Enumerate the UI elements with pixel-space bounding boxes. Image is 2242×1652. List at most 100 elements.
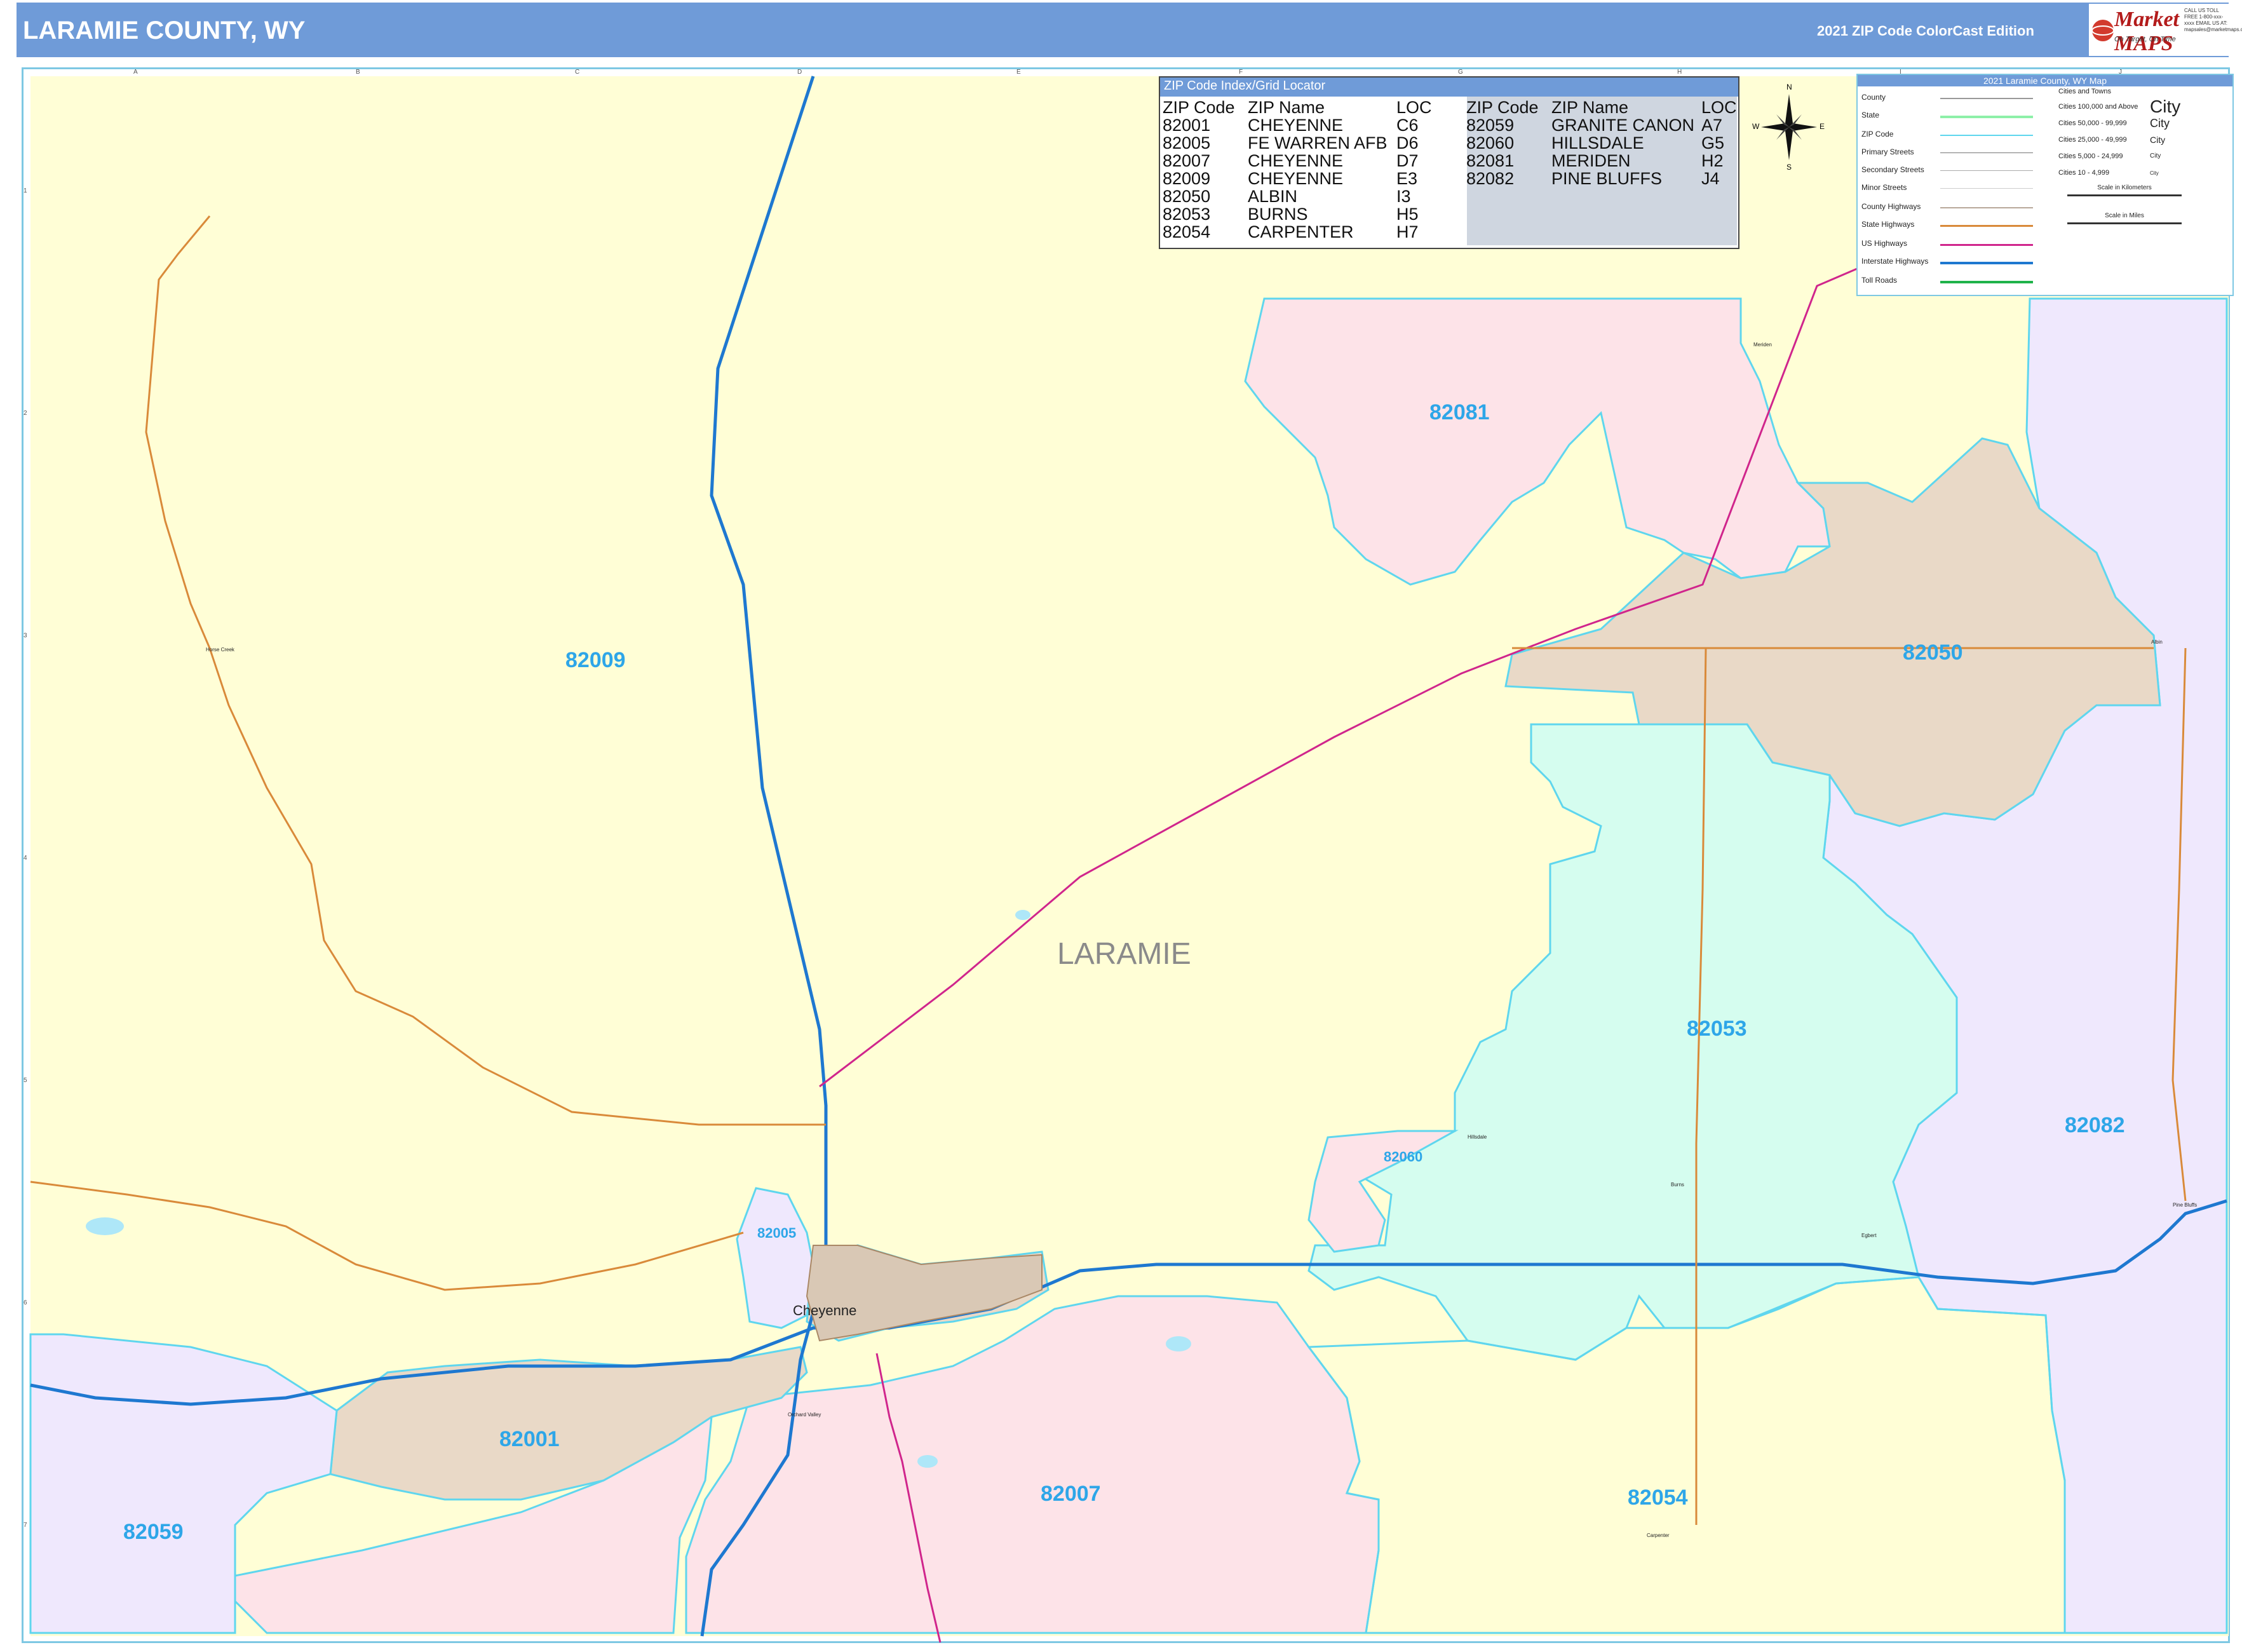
legend-city-size: Cities 10 - 4,999 — [2058, 169, 2110, 177]
scale-mi-label: Scale in Miles — [2105, 212, 2144, 219]
legend-state-hwy: State Highways — [1861, 220, 1915, 229]
legend-us-hwy: US Highways — [1861, 239, 1908, 248]
zip-index-loc: H5 — [1396, 205, 1419, 224]
zip-label-82009: 82009 — [565, 648, 626, 672]
city-label-hillsdale: Hillsdale — [1468, 1134, 1487, 1140]
legend-city-sample: City — [2150, 117, 2170, 130]
lake-shape — [86, 1217, 124, 1235]
scale-km-label: Scale in Kilometers — [2097, 184, 2152, 191]
zip-index-loc: C6 — [1396, 116, 1419, 135]
zip-label-82005: 82005 — [757, 1225, 797, 1241]
zip-index-zip: 82060 — [1466, 133, 1515, 152]
legend-city-sample: City — [2150, 152, 2161, 159]
legend-state-line — [1940, 116, 2033, 118]
zip-index-loc: H7 — [1396, 222, 1419, 241]
grid-letter-f: F — [1239, 69, 1243, 76]
city-label-egbert: Egbert — [1861, 1233, 1877, 1238]
city-label-horse-creek: Horse Creek — [206, 647, 234, 653]
zip-index-zip: 82007 — [1163, 151, 1211, 170]
legend-interstate: Interstate Highways — [1861, 257, 1929, 266]
zip-index-name: GRANITE CANON — [1551, 116, 1695, 135]
zip-index-loc: I3 — [1396, 187, 1411, 206]
legend-city-sample: City — [2150, 170, 2159, 176]
zip-name-header-2: ZIP Name — [1551, 98, 1629, 117]
legend-county: County — [1861, 93, 1886, 102]
zip-code-header: ZIP Code — [1163, 98, 1235, 117]
zip-label-82054: 82054 — [1628, 1486, 1688, 1510]
legend-secondary: Secondary Streets — [1861, 165, 1924, 174]
city-label-albin: Albin — [2151, 639, 2163, 645]
legend-city-sample: City — [2150, 97, 2181, 116]
legend-toll: Toll Roads — [1861, 276, 1898, 285]
zip-index-name: HILLSDALE — [1551, 133, 1644, 152]
grid-letter-e: E — [1016, 69, 1021, 76]
zip-index-zip: 82009 — [1163, 169, 1211, 188]
zip-code-index: ZIP Code Index/Grid Locator ZIP Code ZIP… — [1159, 76, 1739, 249]
legend-city-size: Cities 25,000 - 49,999 — [2058, 136, 2127, 144]
zip-label-82053: 82053 — [1687, 1017, 1747, 1041]
grid-row-2: 2 — [24, 410, 27, 417]
lake-shape — [917, 1455, 938, 1468]
compass-icon — [1761, 94, 1817, 160]
zip-index-loc: A7 — [1701, 116, 1723, 135]
zip-label-82060: 82060 — [1384, 1149, 1423, 1165]
legend-city-size: Cities 50,000 - 99,999 — [2058, 119, 2127, 127]
zip-index-zip: 82050 — [1163, 187, 1211, 206]
zip-index-title: ZIP Code Index/Grid Locator — [1160, 78, 1738, 97]
zip-index-name: CHEYENNE — [1248, 116, 1344, 135]
city-label-burns: Burns — [1671, 1182, 1684, 1188]
zip-index-loc: H2 — [1701, 151, 1724, 170]
grid-letter-c: C — [575, 69, 580, 76]
legend-state: State — [1861, 111, 1880, 119]
grid-letter-h: H — [1677, 69, 1682, 76]
city-label-carpenter: Carpenter — [1647, 1533, 1670, 1538]
lake-shape — [1015, 910, 1030, 920]
compass-rose: N S W E — [1752, 83, 1825, 172]
zip-index-name: CHEYENNE — [1248, 169, 1344, 188]
grid-row-1: 1 — [24, 187, 27, 194]
zip-index-name: FE WARREN AFB — [1248, 133, 1388, 152]
legend-city-size: Cities 5,000 - 24,999 — [2058, 152, 2123, 160]
zip-index-zip: 82082 — [1466, 169, 1515, 188]
map-legend: 2021 Laramie County, WY Map County State… — [1856, 74, 2234, 296]
legend-title: 2021 Laramie County, WY Map — [1858, 75, 2232, 86]
zip-index-loc: J4 — [1701, 169, 1720, 188]
grid-row-5: 5 — [24, 1077, 27, 1084]
grid-row-3: 3 — [24, 632, 27, 639]
legend-state-hwy-line — [1940, 225, 2033, 227]
zip-code-header-2: ZIP Code — [1466, 98, 1539, 117]
grid-letter-d: D — [797, 69, 802, 76]
legend-primary-line — [1940, 152, 2033, 153]
zip-label-82059: 82059 — [123, 1520, 184, 1544]
legend-interstate-line — [1940, 262, 2033, 264]
loc-header: LOC — [1396, 98, 1432, 117]
compass-e: E — [1820, 122, 1825, 131]
compass-w: W — [1752, 122, 1760, 131]
legend-county-hwy-line — [1940, 207, 2033, 208]
zip-index-name: MERIDEN — [1551, 151, 1631, 170]
scale-km-bar — [2067, 194, 2182, 196]
scale-mi-bar — [2067, 222, 2182, 224]
legend-zip: ZIP Code — [1861, 130, 1894, 139]
zip-index-loc: E3 — [1396, 169, 1418, 188]
zip-label-82050: 82050 — [1903, 640, 1963, 665]
grid-letter-a: A — [133, 69, 138, 76]
legend-toll-line — [1940, 281, 2033, 283]
legend-minor-line — [1940, 188, 2033, 189]
legend-county-line — [1940, 98, 2033, 99]
zip-label-82007: 82007 — [1041, 1482, 1101, 1506]
city-label-meriden: Meriden — [1753, 342, 1772, 348]
city-label-pine-bluffs: Pine Bluffs — [2173, 1202, 2198, 1208]
legend-city-sample: City — [2150, 135, 2166, 145]
legend-zip-line — [1940, 135, 2033, 136]
zip-index-name: CARPENTER — [1248, 222, 1354, 241]
legend-primary: Primary Streets — [1861, 147, 1914, 156]
zip-label-82001: 82001 — [499, 1427, 560, 1451]
grid-row-7: 7 — [24, 1522, 27, 1529]
zip-index-zip: 82054 — [1163, 222, 1211, 241]
zip-index-zip: 82081 — [1466, 151, 1515, 170]
legend-county-hwy: County Highways — [1861, 202, 1921, 211]
zip-index-zip: 82005 — [1163, 133, 1211, 152]
lake-shape — [1166, 1336, 1191, 1351]
zip-index-zip: 82059 — [1466, 116, 1515, 135]
